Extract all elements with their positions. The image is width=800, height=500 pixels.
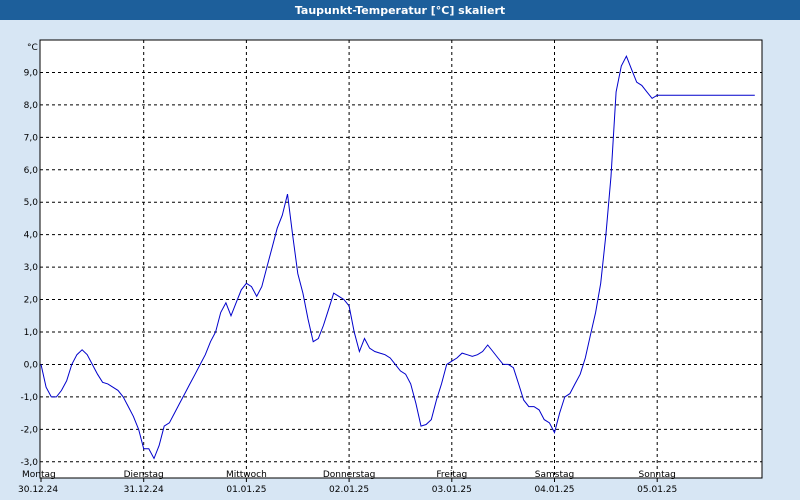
y-tick-label: 1,0 (24, 328, 39, 338)
x-tick-date: 30.12.24 (18, 485, 58, 495)
y-tick-label: 9,0 (24, 68, 39, 78)
x-tick-date: 04.01.25 (534, 485, 574, 495)
x-tick-weekday: Montag (22, 470, 56, 480)
y-tick-label: 4,0 (24, 231, 39, 241)
y-tick-label: 8,0 (24, 101, 39, 111)
dewpoint-chart: 9,0 8,0 7,0 6,0 5,0 4,0 3,0 2,0 1,0 0,0 -1,0 -2,0 -3… (18, 39, 763, 495)
x-tick-weekday: Dienstag (124, 470, 164, 480)
x-tick-weekday: Freitag (436, 470, 467, 480)
y-tick-label: -1,0 (20, 393, 38, 403)
y-tick-label: -2,0 (20, 425, 38, 435)
y-axis-unit: °C (27, 43, 38, 53)
chart-title-bar: Taupunkt-Temperatur [°C] skaliert (0, 0, 800, 20)
x-tick-weekday: Samstag (535, 470, 574, 480)
x-tick-date: 05.01.25 (637, 485, 677, 495)
chart-title: Taupunkt-Temperatur [°C] skaliert (294, 3, 506, 17)
x-tick-date: 03.01.25 (432, 485, 472, 495)
x-tick-date: 31.12.24 (124, 485, 164, 495)
y-tick-label: 2,0 (24, 296, 39, 306)
x-tick-weekday: Donnerstag (323, 470, 376, 480)
x-tick-weekday: Mittwoch (226, 470, 267, 480)
plot-area (39, 39, 763, 479)
y-axis-ticks: 9,0 8,0 7,0 6,0 5,0 4,0 3,0 2,0 1,0 0,0 -1,0 -2,0 -3… (20, 68, 38, 467)
y-tick-label: 0,0 (24, 360, 39, 370)
x-tick-date: 01.01.25 (226, 485, 266, 495)
x-tick-date: 02.01.25 (329, 485, 369, 495)
y-tick-label: 3,0 (24, 263, 39, 273)
x-tick-weekday: Sonntag (639, 470, 676, 480)
y-tick-label: 6,0 (24, 166, 39, 176)
y-tick-label: 7,0 (24, 133, 39, 143)
y-tick-label: 5,0 (24, 198, 39, 208)
y-tick-label: -3,0 (20, 458, 38, 468)
